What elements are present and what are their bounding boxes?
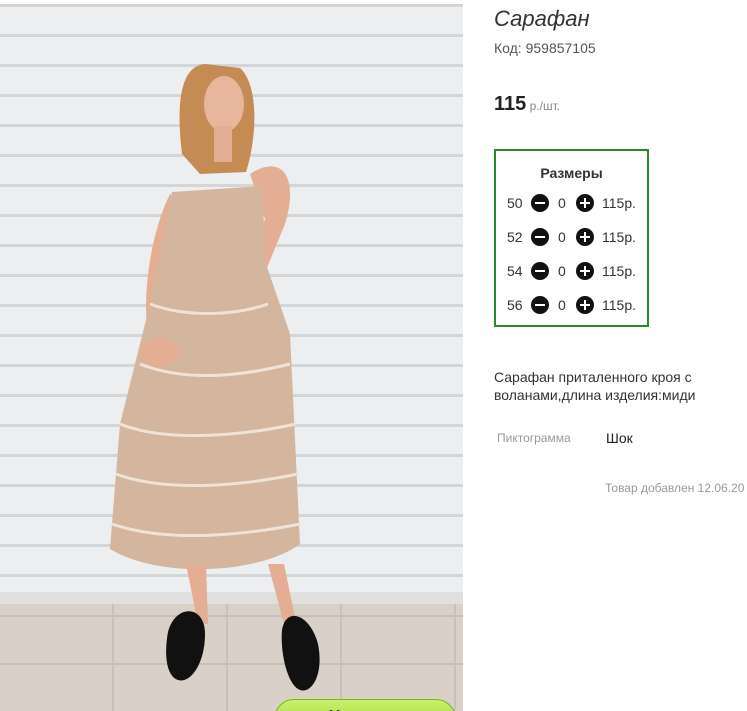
minus-icon[interactable] bbox=[531, 194, 549, 212]
size-row: 54 0 115р. bbox=[496, 261, 647, 281]
size-label: 52 bbox=[507, 229, 523, 245]
size-row: 56 0 115р. bbox=[496, 295, 647, 315]
size-row: 52 0 115р. bbox=[496, 227, 647, 247]
added-date: Товар добавлен 12.06.20 bbox=[605, 481, 745, 495]
attribute-value: Шок bbox=[606, 430, 633, 446]
size-price: 115р. bbox=[602, 263, 636, 279]
size-price: 115р. bbox=[602, 229, 636, 245]
plus-icon[interactable] bbox=[576, 228, 594, 246]
price-value: 115 bbox=[494, 93, 527, 115]
attribute-label: Пиктограмма bbox=[497, 431, 571, 445]
quantity-value: 0 bbox=[558, 297, 566, 313]
minus-icon[interactable] bbox=[531, 262, 549, 280]
plus-icon[interactable] bbox=[576, 296, 594, 314]
minus-icon[interactable] bbox=[531, 228, 549, 246]
zoom-button[interactable]: + Увеличить bbox=[274, 699, 456, 711]
product-photo[interactable]: + Увеличить bbox=[0, 4, 463, 711]
price: 115 р./шт. bbox=[494, 93, 560, 116]
size-row: 50 0 115р. bbox=[496, 193, 647, 213]
price-unit: р./шт. bbox=[526, 99, 561, 113]
product-title: Сарафан bbox=[494, 6, 590, 31]
product-description: Сарафан приталенного кроя с воланами,дли… bbox=[494, 369, 696, 403]
sizes-title: Размеры bbox=[540, 165, 603, 181]
minus-icon[interactable] bbox=[531, 296, 549, 314]
plus-icon[interactable] bbox=[576, 194, 594, 212]
size-label: 50 bbox=[507, 195, 523, 211]
size-price: 115р. bbox=[602, 297, 636, 313]
model-figure bbox=[110, 64, 320, 691]
product-code: Код: 959857105 bbox=[494, 40, 596, 56]
sizes-panel: Размеры 50 0 115р. 52 0 115р. 54 0 115р.… bbox=[494, 149, 649, 327]
quantity-value: 0 bbox=[558, 263, 566, 279]
quantity-value: 0 bbox=[558, 229, 566, 245]
plus-icon[interactable] bbox=[576, 262, 594, 280]
quantity-value: 0 bbox=[558, 195, 566, 211]
size-price: 115р. bbox=[602, 195, 636, 211]
size-label: 56 bbox=[507, 297, 523, 313]
size-label: 54 bbox=[507, 263, 523, 279]
